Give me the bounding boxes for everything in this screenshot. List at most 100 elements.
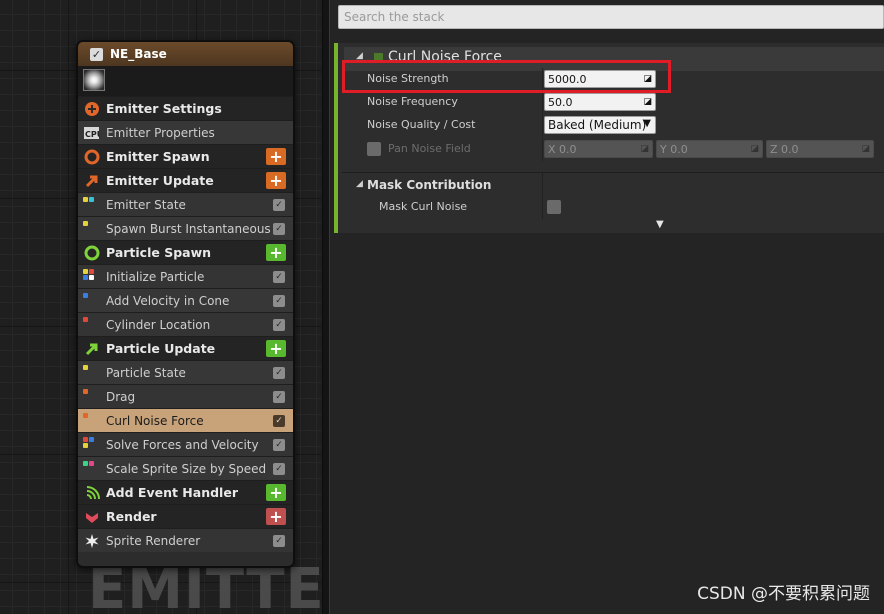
- noise-frequency-field[interactable]: 50.0 ◪: [544, 93, 656, 111]
- emitter-thumbnail[interactable]: [83, 69, 105, 91]
- add-module-button[interactable]: +: [266, 508, 286, 525]
- module-spawn-burst-instantaneous[interactable]: Spawn Burst Instantaneous ✓: [78, 216, 293, 240]
- section-particle-spawn[interactable]: Particle Spawn +: [78, 240, 293, 264]
- add-module-button[interactable]: +: [266, 172, 286, 189]
- panel-splitter[interactable]: [322, 0, 330, 614]
- add-module-button[interactable]: +: [266, 484, 286, 501]
- column-divider: [542, 173, 543, 197]
- node-graph-canvas[interactable]: EMITTER ✓ NE_Base Emitter Settings CPU Emi…: [0, 0, 322, 614]
- module-curl-noise-force[interactable]: Curl Noise Force ✓: [78, 408, 293, 432]
- module-solve-forces-and-velocity[interactable]: Solve Forces and Velocity ✓: [78, 432, 293, 456]
- pan-y-value: Y 0.0: [660, 143, 688, 156]
- section-emitter-spawn[interactable]: Emitter Spawn +: [78, 144, 293, 168]
- pan-x-field[interactable]: X 0.0 ◪: [544, 140, 653, 158]
- prop-row-mask-curl-noise: Mask Curl Noise: [342, 196, 884, 219]
- sprite-icon: [83, 533, 100, 549]
- pan-z-value: Z 0.0: [770, 143, 799, 156]
- mask-contribution-section-header[interactable]: ◢ Mask Contribution: [342, 172, 884, 197]
- particle-update-icon: [83, 341, 100, 357]
- column-divider: [542, 91, 543, 114]
- pan-y-field[interactable]: Y 0.0 ◪: [656, 140, 763, 158]
- emitter-node-title: NE_Base: [110, 47, 167, 61]
- module-enabled-checkbox[interactable]: ✓: [273, 391, 285, 403]
- mask-curl-noise-checkbox[interactable]: [547, 200, 561, 214]
- prop-row-noise-frequency: Noise Frequency 50.0 ◪: [342, 91, 884, 114]
- cpu-icon: CPU: [83, 125, 100, 141]
- resize-handle-icon: ◪: [861, 144, 870, 154]
- event-handler-icon: [83, 485, 100, 501]
- row-label: Emitter Spawn: [106, 149, 210, 164]
- section-emitter-update[interactable]: Emitter Update +: [78, 168, 293, 192]
- resize-handle-icon: ◪: [640, 144, 649, 154]
- module-emitter-state[interactable]: Emitter State ✓: [78, 192, 293, 216]
- pan-z-field[interactable]: Z 0.0 ◪: [766, 140, 874, 158]
- row-label: Particle Spawn: [106, 245, 212, 260]
- emitter-node-header[interactable]: ✓ NE_Base: [78, 42, 293, 66]
- add-module-button[interactable]: +: [266, 340, 286, 357]
- stack-search-input[interactable]: Search the stack: [338, 5, 884, 29]
- emitter-settings-icon: [83, 101, 100, 117]
- noise-strength-highlight: [342, 60, 671, 93]
- section-emitter-settings[interactable]: Emitter Settings: [78, 96, 293, 120]
- expand-arrow-icon[interactable]: ▼: [656, 219, 664, 230]
- module-add-velocity-in-cone[interactable]: Add Velocity in Cone ✓: [78, 288, 293, 312]
- svg-text:CPU: CPU: [85, 130, 100, 139]
- module-enabled-checkbox[interactable]: ✓: [273, 439, 285, 451]
- module-enabled-checkbox[interactable]: ✓: [273, 367, 285, 379]
- module-initialize-particle[interactable]: Initialize Particle ✓: [78, 264, 293, 288]
- noise-quality-value: Baked (Medium): [548, 118, 647, 132]
- row-label: Emitter Update: [106, 173, 214, 188]
- add-module-button[interactable]: +: [266, 244, 286, 261]
- particle-spawn-icon: [83, 245, 100, 261]
- noise-frequency-value: 50.0: [548, 96, 573, 109]
- resize-handle-icon: ◪: [643, 97, 652, 107]
- emitter-thumbnail-row: [78, 66, 293, 96]
- module-category-dots-icon: [83, 221, 97, 233]
- row-label: Particle State: [106, 365, 186, 380]
- module-category-dots-icon: [83, 317, 97, 329]
- noise-frequency-label: Noise Frequency: [367, 95, 458, 108]
- module-category-dots-icon: [83, 413, 97, 425]
- watermark: CSDN @不要积累问题: [697, 584, 870, 604]
- emitter-node[interactable]: ✓ NE_Base Emitter Settings CPU Emitter Pro…: [76, 40, 295, 568]
- section-add-event-handler[interactable]: Add Event Handler +: [78, 480, 293, 504]
- module-enabled-checkbox[interactable]: ✓: [273, 295, 285, 307]
- add-module-button[interactable]: +: [266, 148, 286, 165]
- row-label: Spawn Burst Instantaneous: [106, 221, 271, 236]
- module-category-dots-icon: [83, 437, 97, 449]
- module-enabled-checkbox[interactable]: ✓: [273, 463, 285, 475]
- module-enabled-checkbox[interactable]: ✓: [273, 415, 285, 427]
- row-label: Particle Update: [106, 341, 216, 356]
- pan-noise-field-checkbox[interactable]: [367, 142, 381, 156]
- module-cylinder-location[interactable]: Cylinder Location ✓: [78, 312, 293, 336]
- row-label: Sprite Renderer: [106, 533, 201, 548]
- module-drag[interactable]: Drag ✓: [78, 384, 293, 408]
- section-render[interactable]: Render +: [78, 504, 293, 528]
- pan-noise-field-label: Pan Noise Field: [388, 142, 471, 155]
- emitter-enabled-checkbox[interactable]: ✓: [90, 47, 103, 61]
- module-sprite-renderer[interactable]: Sprite Renderer ✓: [78, 528, 293, 552]
- noise-quality-label: Noise Quality / Cost: [367, 118, 476, 131]
- row-label: Render: [106, 509, 157, 524]
- module-enabled-checkbox[interactable]: ✓: [273, 223, 285, 235]
- row-label: Solve Forces and Velocity: [106, 437, 259, 452]
- emitter-spawn-icon: [83, 149, 100, 165]
- row-label: Curl Noise Force: [106, 413, 204, 428]
- row-label: Add Velocity in Cone: [106, 293, 230, 308]
- module-emitter-properties[interactable]: CPU Emitter Properties: [78, 120, 293, 144]
- module-enabled-checkbox[interactable]: ✓: [273, 271, 285, 283]
- collapse-arrow-icon[interactable]: ◢: [356, 179, 363, 189]
- module-particle-state[interactable]: Particle State ✓: [78, 360, 293, 384]
- row-label: Cylinder Location: [106, 317, 211, 332]
- module-category-dots-icon: [83, 389, 97, 401]
- noise-quality-dropdown[interactable]: Baked (Medium) ▼: [544, 116, 656, 134]
- prop-row-pan-noise-field: Pan Noise Field X 0.0 ◪ Y 0.0 ◪ Z 0.0 ◪: [342, 138, 884, 161]
- pan-x-value: X 0.0: [548, 143, 577, 156]
- module-enabled-checkbox[interactable]: ✓: [273, 199, 285, 211]
- section-particle-update[interactable]: Particle Update +: [78, 336, 293, 360]
- resize-handle-icon: ◪: [750, 144, 759, 154]
- row-label: Initialize Particle: [106, 269, 205, 284]
- module-scale-sprite-size-by-speed[interactable]: Scale Sprite Size by Speed ✓: [78, 456, 293, 480]
- module-enabled-checkbox[interactable]: ✓: [273, 319, 285, 331]
- module-enabled-checkbox[interactable]: ✓: [273, 535, 285, 547]
